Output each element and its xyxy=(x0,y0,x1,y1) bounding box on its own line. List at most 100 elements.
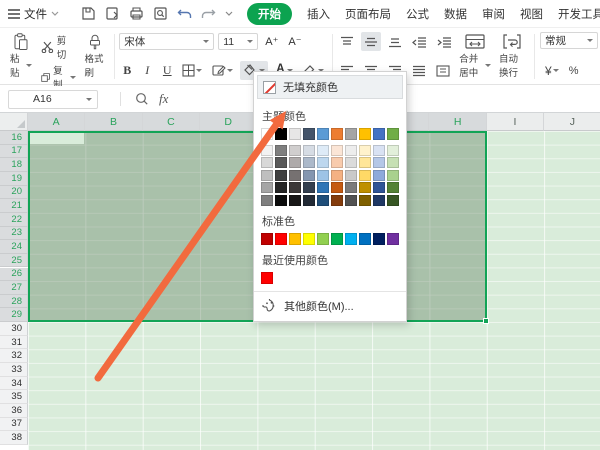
tab-dev-tools[interactable]: 开发工具 xyxy=(558,6,600,22)
select-all-corner[interactable] xyxy=(0,113,28,131)
theme-row2-swatch-3[interactable] xyxy=(303,157,315,168)
theme-row4-swatch-4[interactable] xyxy=(317,182,329,193)
active-cell[interactable] xyxy=(30,133,84,144)
merge-center-button[interactable]: 合并居中 xyxy=(455,31,495,82)
theme-row3-swatch-2[interactable] xyxy=(289,170,301,181)
number-format-select[interactable]: 常规 xyxy=(540,32,598,49)
row-header-21[interactable]: 21 xyxy=(0,199,28,213)
font-name-select[interactable]: 宋体 xyxy=(119,33,214,50)
row-header-18[interactable]: 18 xyxy=(0,158,28,172)
theme-row1-swatch-6[interactable] xyxy=(345,145,357,156)
align-justify-button[interactable] xyxy=(409,61,429,80)
theme-row2-swatch-4[interactable] xyxy=(317,157,329,168)
percent-button[interactable]: % xyxy=(566,61,582,80)
standard-swatch-8[interactable] xyxy=(373,233,385,245)
standard-swatch-4[interactable] xyxy=(317,233,329,245)
print-preview-icon[interactable] xyxy=(153,6,168,21)
theme-row4-swatch-9[interactable] xyxy=(387,182,399,193)
theme-row4-swatch-2[interactable] xyxy=(289,182,301,193)
column-header-A[interactable]: A xyxy=(28,113,85,131)
theme-row5-swatch-3[interactable] xyxy=(303,195,315,206)
row-header-27[interactable]: 27 xyxy=(0,281,28,295)
export-icon[interactable] xyxy=(105,6,120,21)
align-top-button[interactable] xyxy=(337,32,357,51)
theme-row2-swatch-7[interactable] xyxy=(359,157,371,168)
theme-row0-swatch-6[interactable] xyxy=(345,128,357,140)
more-colors-option[interactable]: 其他颜色(M)... xyxy=(254,292,406,319)
file-menu[interactable]: 文件 xyxy=(8,6,59,22)
row-header-24[interactable]: 24 xyxy=(0,240,28,254)
theme-row1-swatch-8[interactable] xyxy=(373,145,385,156)
theme-row1-swatch-4[interactable] xyxy=(317,145,329,156)
theme-row5-swatch-7[interactable] xyxy=(359,195,371,206)
theme-row1-swatch-9[interactable] xyxy=(387,145,399,156)
theme-row3-swatch-8[interactable] xyxy=(373,170,385,181)
column-header-I[interactable]: I xyxy=(487,113,544,131)
recent-swatch-0[interactable] xyxy=(261,272,273,284)
underline-button[interactable]: U xyxy=(159,61,175,80)
theme-row1-swatch-2[interactable] xyxy=(289,145,301,156)
distributed-button[interactable] xyxy=(433,61,453,80)
fill-handle[interactable] xyxy=(483,318,489,324)
standard-swatch-0[interactable] xyxy=(261,233,273,245)
italic-button[interactable]: I xyxy=(139,61,155,80)
bold-button[interactable]: B xyxy=(119,61,135,80)
row-header-28[interactable]: 28 xyxy=(0,295,28,309)
currency-button[interactable]: ¥ xyxy=(542,61,562,80)
theme-row1-swatch-3[interactable] xyxy=(303,145,315,156)
theme-row5-swatch-5[interactable] xyxy=(331,195,343,206)
standard-swatch-6[interactable] xyxy=(345,233,357,245)
fx-icon[interactable]: fx xyxy=(159,91,168,107)
theme-row0-swatch-9[interactable] xyxy=(387,128,399,140)
row-header-33[interactable]: 33 xyxy=(0,363,28,377)
row-header-37[interactable]: 37 xyxy=(0,418,28,432)
theme-row2-swatch-6[interactable] xyxy=(345,157,357,168)
row-header-29[interactable]: 29 xyxy=(0,308,28,322)
standard-swatch-5[interactable] xyxy=(331,233,343,245)
theme-row1-swatch-5[interactable] xyxy=(331,145,343,156)
theme-row1-swatch-7[interactable] xyxy=(359,145,371,156)
theme-row0-swatch-5[interactable] xyxy=(331,128,343,140)
theme-row2-swatch-8[interactable] xyxy=(373,157,385,168)
cut-button[interactable]: 剪切 xyxy=(38,32,79,62)
borders-button[interactable] xyxy=(179,61,205,80)
row-header-22[interactable]: 22 xyxy=(0,213,28,227)
theme-row0-swatch-2[interactable] xyxy=(289,128,301,140)
theme-row4-swatch-0[interactable] xyxy=(261,182,273,193)
format-painter-button[interactable]: 格式刷 xyxy=(81,31,109,82)
print-icon[interactable] xyxy=(129,6,144,21)
paste-button[interactable]: 粘贴 xyxy=(6,31,36,82)
row-header-38[interactable]: 38 xyxy=(0,431,28,445)
theme-row0-swatch-0[interactable] xyxy=(261,128,273,140)
theme-row3-swatch-6[interactable] xyxy=(345,170,357,181)
column-header-C[interactable]: C xyxy=(143,113,200,131)
undo-icon[interactable] xyxy=(177,7,192,21)
row-header-19[interactable]: 19 xyxy=(0,172,28,186)
theme-row0-swatch-1[interactable] xyxy=(275,128,287,140)
align-bottom-button[interactable] xyxy=(385,32,405,51)
row-header-26[interactable]: 26 xyxy=(0,268,28,282)
theme-row4-swatch-7[interactable] xyxy=(359,182,371,193)
theme-row5-swatch-6[interactable] xyxy=(345,195,357,206)
column-header-D[interactable]: D xyxy=(200,113,257,131)
no-fill-option[interactable]: 无填充颜色 xyxy=(257,75,403,99)
theme-row3-swatch-7[interactable] xyxy=(359,170,371,181)
tab-insert[interactable]: 插入 xyxy=(307,6,330,22)
tab-data[interactable]: 数据 xyxy=(444,6,467,22)
theme-row3-swatch-1[interactable] xyxy=(275,170,287,181)
theme-row5-swatch-8[interactable] xyxy=(373,195,385,206)
column-header-B[interactable]: B xyxy=(85,113,142,131)
standard-swatch-3[interactable] xyxy=(303,233,315,245)
theme-row3-swatch-4[interactable] xyxy=(317,170,329,181)
theme-row2-swatch-5[interactable] xyxy=(331,157,343,168)
theme-row0-swatch-8[interactable] xyxy=(373,128,385,140)
tab-page-layout[interactable]: 页面布局 xyxy=(345,6,391,22)
cell-style-button[interactable] xyxy=(209,61,236,80)
theme-row5-swatch-0[interactable] xyxy=(261,195,273,206)
decrease-indent-button[interactable] xyxy=(409,32,430,51)
standard-swatch-7[interactable] xyxy=(359,233,371,245)
decrease-font-button[interactable]: A⁻ xyxy=(285,32,304,51)
theme-row2-swatch-9[interactable] xyxy=(387,157,399,168)
theme-row0-swatch-3[interactable] xyxy=(303,128,315,140)
theme-row5-swatch-1[interactable] xyxy=(275,195,287,206)
